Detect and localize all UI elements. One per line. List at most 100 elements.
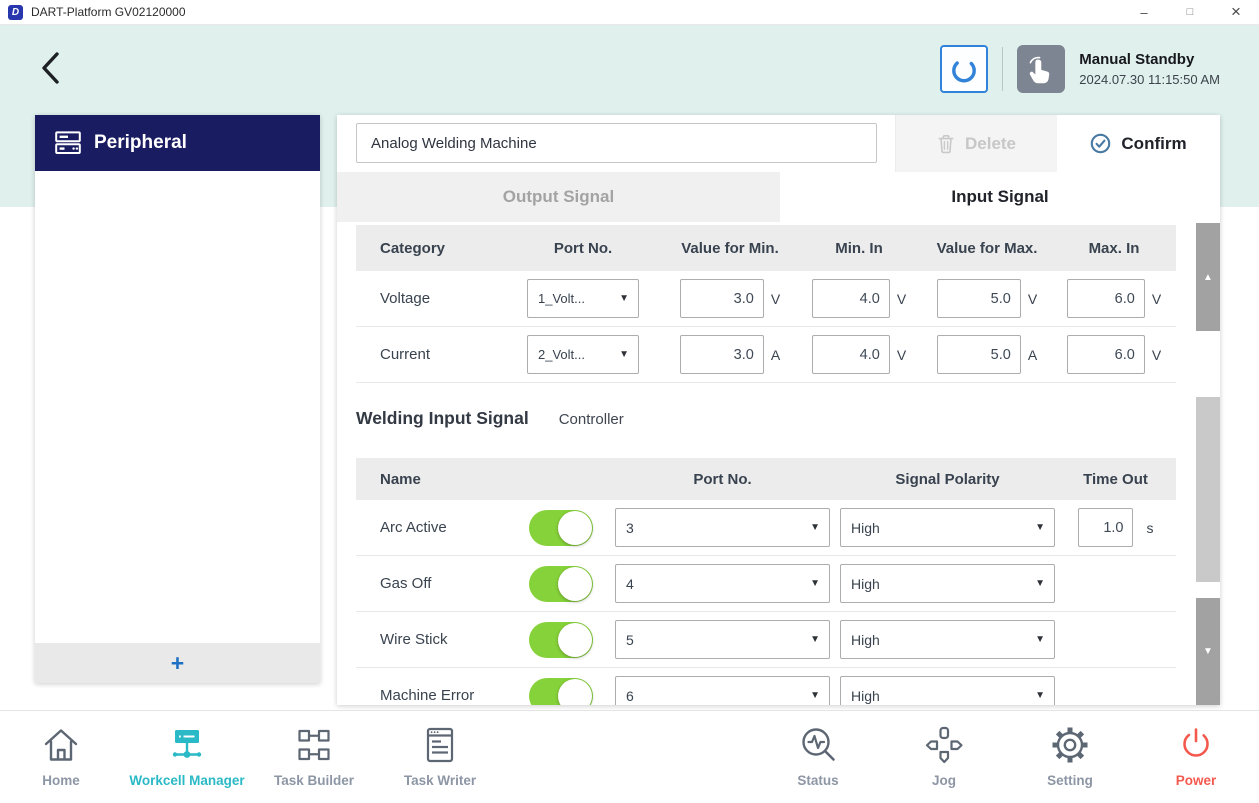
analog-table-header: Category Port No. Value for Min. Min. In… — [356, 225, 1176, 271]
header-status-cluster: Manual Standby 2024.07.30 11:15:50 AM — [940, 45, 1220, 93]
unit-label: A — [1028, 347, 1037, 363]
arc-active-polarity-select[interactable]: High ▼ — [840, 508, 1055, 547]
bottom-navigation: Home Workcell Manager — [0, 710, 1259, 803]
voltage-value-for-max-input[interactable] — [937, 279, 1021, 318]
table-row-wire-stick: Wire Stick 5 ▼ High ▼ — [356, 612, 1176, 668]
sidebar-item-peripheral[interactable]: Peripheral — [35, 115, 320, 171]
peripheral-name-input[interactable] — [356, 123, 877, 163]
manual-mode-badge[interactable] — [1017, 45, 1065, 93]
current-port-select[interactable]: 2_Volt... ▼ — [527, 335, 639, 374]
voltage-value-for-min-input[interactable] — [680, 279, 764, 318]
nav-label: Workcell Manager — [129, 773, 244, 788]
input-signal-content: Category Port No. Value for Min. Min. In… — [337, 222, 1220, 705]
table-row-gas-off: Gas Off 4 ▼ High ▼ — [356, 556, 1176, 612]
col-signal-polarity: Signal Polarity — [840, 471, 1055, 488]
unit-label: V — [1152, 291, 1161, 307]
nav-label: Status — [797, 773, 838, 788]
sidebar-item-label: Peripheral — [94, 132, 187, 154]
table-row-current: Current 2_Volt... ▼ A V — [356, 327, 1176, 383]
arc-active-port-select[interactable]: 3 ▼ — [615, 508, 830, 547]
jog-icon — [921, 722, 967, 768]
task-builder-icon — [291, 722, 337, 768]
window-controls: – □ × — [1121, 0, 1259, 24]
select-value: 1_Volt... — [528, 291, 585, 306]
gas-off-toggle[interactable] — [529, 566, 593, 602]
nav-label: Power — [1176, 773, 1217, 788]
voltage-port-select[interactable]: 1_Volt... ▼ — [527, 279, 639, 318]
machine-error-port-select[interactable]: 6 ▼ — [615, 676, 830, 705]
welding-section-heading: Welding Input Signal Controller — [356, 408, 624, 429]
chevron-down-icon: ▼ — [810, 634, 829, 645]
signal-tabs: Output Signal Input Signal — [337, 172, 1220, 222]
task-writer-icon — [417, 722, 463, 768]
nav-item-power[interactable]: Power — [1121, 722, 1259, 788]
arc-active-timeout-input[interactable] — [1078, 508, 1133, 547]
unit-label: V — [897, 347, 906, 363]
delete-button[interactable]: Delete — [895, 115, 1057, 172]
select-value: 6 — [616, 688, 634, 704]
scrollbar-thumb[interactable] — [1196, 397, 1220, 582]
voltage-min-in-input[interactable] — [812, 279, 890, 318]
gas-off-polarity-select[interactable]: High ▼ — [840, 564, 1055, 603]
app-logo-icon: D — [8, 5, 23, 20]
nav-label: Setting — [1047, 773, 1093, 788]
tab-input-signal[interactable]: Input Signal — [780, 172, 1220, 222]
back-button[interactable] — [38, 50, 64, 86]
chevron-down-icon: ▼ — [810, 522, 829, 533]
current-value-for-min-input[interactable] — [680, 335, 764, 374]
power-icon — [1173, 722, 1219, 768]
col-min-in: Min. In — [796, 240, 922, 257]
row-label: Machine Error — [356, 687, 516, 704]
nav-item-task-writer[interactable]: Task Writer — [365, 722, 515, 788]
workcell-manager-icon — [164, 722, 210, 768]
analog-signal-table: Category Port No. Value for Min. Min. In… — [356, 225, 1176, 383]
col-category: Category — [356, 240, 502, 257]
machine-error-polarity-select[interactable]: High ▼ — [840, 676, 1055, 705]
row-label: Gas Off — [356, 575, 516, 592]
arrow-down-icon: ▼ — [1203, 646, 1213, 657]
arc-active-toggle[interactable] — [529, 510, 593, 546]
chevron-down-icon: ▼ — [1035, 690, 1054, 701]
machine-error-toggle[interactable] — [529, 678, 593, 706]
tab-output-signal[interactable]: Output Signal — [337, 172, 780, 222]
col-value-for-max: Value for Max. — [922, 240, 1052, 257]
toggle-knob — [558, 679, 592, 706]
unit-label: V — [1152, 347, 1161, 363]
arrow-up-icon: ▲ — [1203, 272, 1213, 283]
toggle-knob — [558, 567, 592, 601]
plus-icon: + — [171, 652, 184, 675]
col-port-no: Port No. — [605, 471, 840, 488]
current-min-in-input[interactable] — [812, 335, 890, 374]
unit-label: s — [1147, 520, 1154, 536]
back-chevron-icon — [38, 50, 64, 86]
vertical-scrollbar: ▲ ▼ — [1196, 115, 1220, 705]
nav-label: Task Builder — [274, 773, 354, 788]
wire-stick-polarity-select[interactable]: High ▼ — [840, 620, 1055, 659]
peripheral-server-icon — [55, 131, 81, 155]
gas-off-port-select[interactable]: 4 ▼ — [615, 564, 830, 603]
row-label: Current — [356, 346, 502, 363]
scroll-down-button[interactable]: ▼ — [1196, 598, 1220, 705]
table-row-machine-error: Machine Error 6 ▼ High ▼ — [356, 668, 1176, 705]
wire-stick-port-select[interactable]: 5 ▼ — [615, 620, 830, 659]
current-value-for-max-input[interactable] — [937, 335, 1021, 374]
minimize-icon[interactable]: – — [1121, 0, 1167, 24]
add-peripheral-button[interactable]: + — [35, 643, 320, 683]
close-icon[interactable]: × — [1213, 0, 1259, 24]
scroll-up-button[interactable]: ▲ — [1196, 223, 1220, 331]
confirm-button-label: Confirm — [1121, 134, 1186, 154]
col-value-for-min: Value for Min. — [664, 240, 796, 257]
voltage-max-in-input[interactable] — [1067, 279, 1145, 318]
select-value: High — [841, 632, 880, 648]
robot-gripper-icon — [946, 51, 982, 87]
row-label: Voltage — [356, 290, 502, 307]
robot-tcp-button[interactable] — [940, 45, 988, 93]
current-max-in-input[interactable] — [1067, 335, 1145, 374]
col-time-out: Time Out — [1055, 471, 1176, 488]
chevron-down-icon: ▼ — [1035, 578, 1054, 589]
maximize-icon[interactable]: □ — [1167, 0, 1213, 24]
robot-status: Manual Standby 2024.07.30 11:15:50 AM — [1079, 51, 1220, 87]
delete-button-label: Delete — [965, 134, 1016, 154]
welding-table-header: Name Port No. Signal Polarity Time Out — [356, 458, 1176, 500]
wire-stick-toggle[interactable] — [529, 622, 593, 658]
